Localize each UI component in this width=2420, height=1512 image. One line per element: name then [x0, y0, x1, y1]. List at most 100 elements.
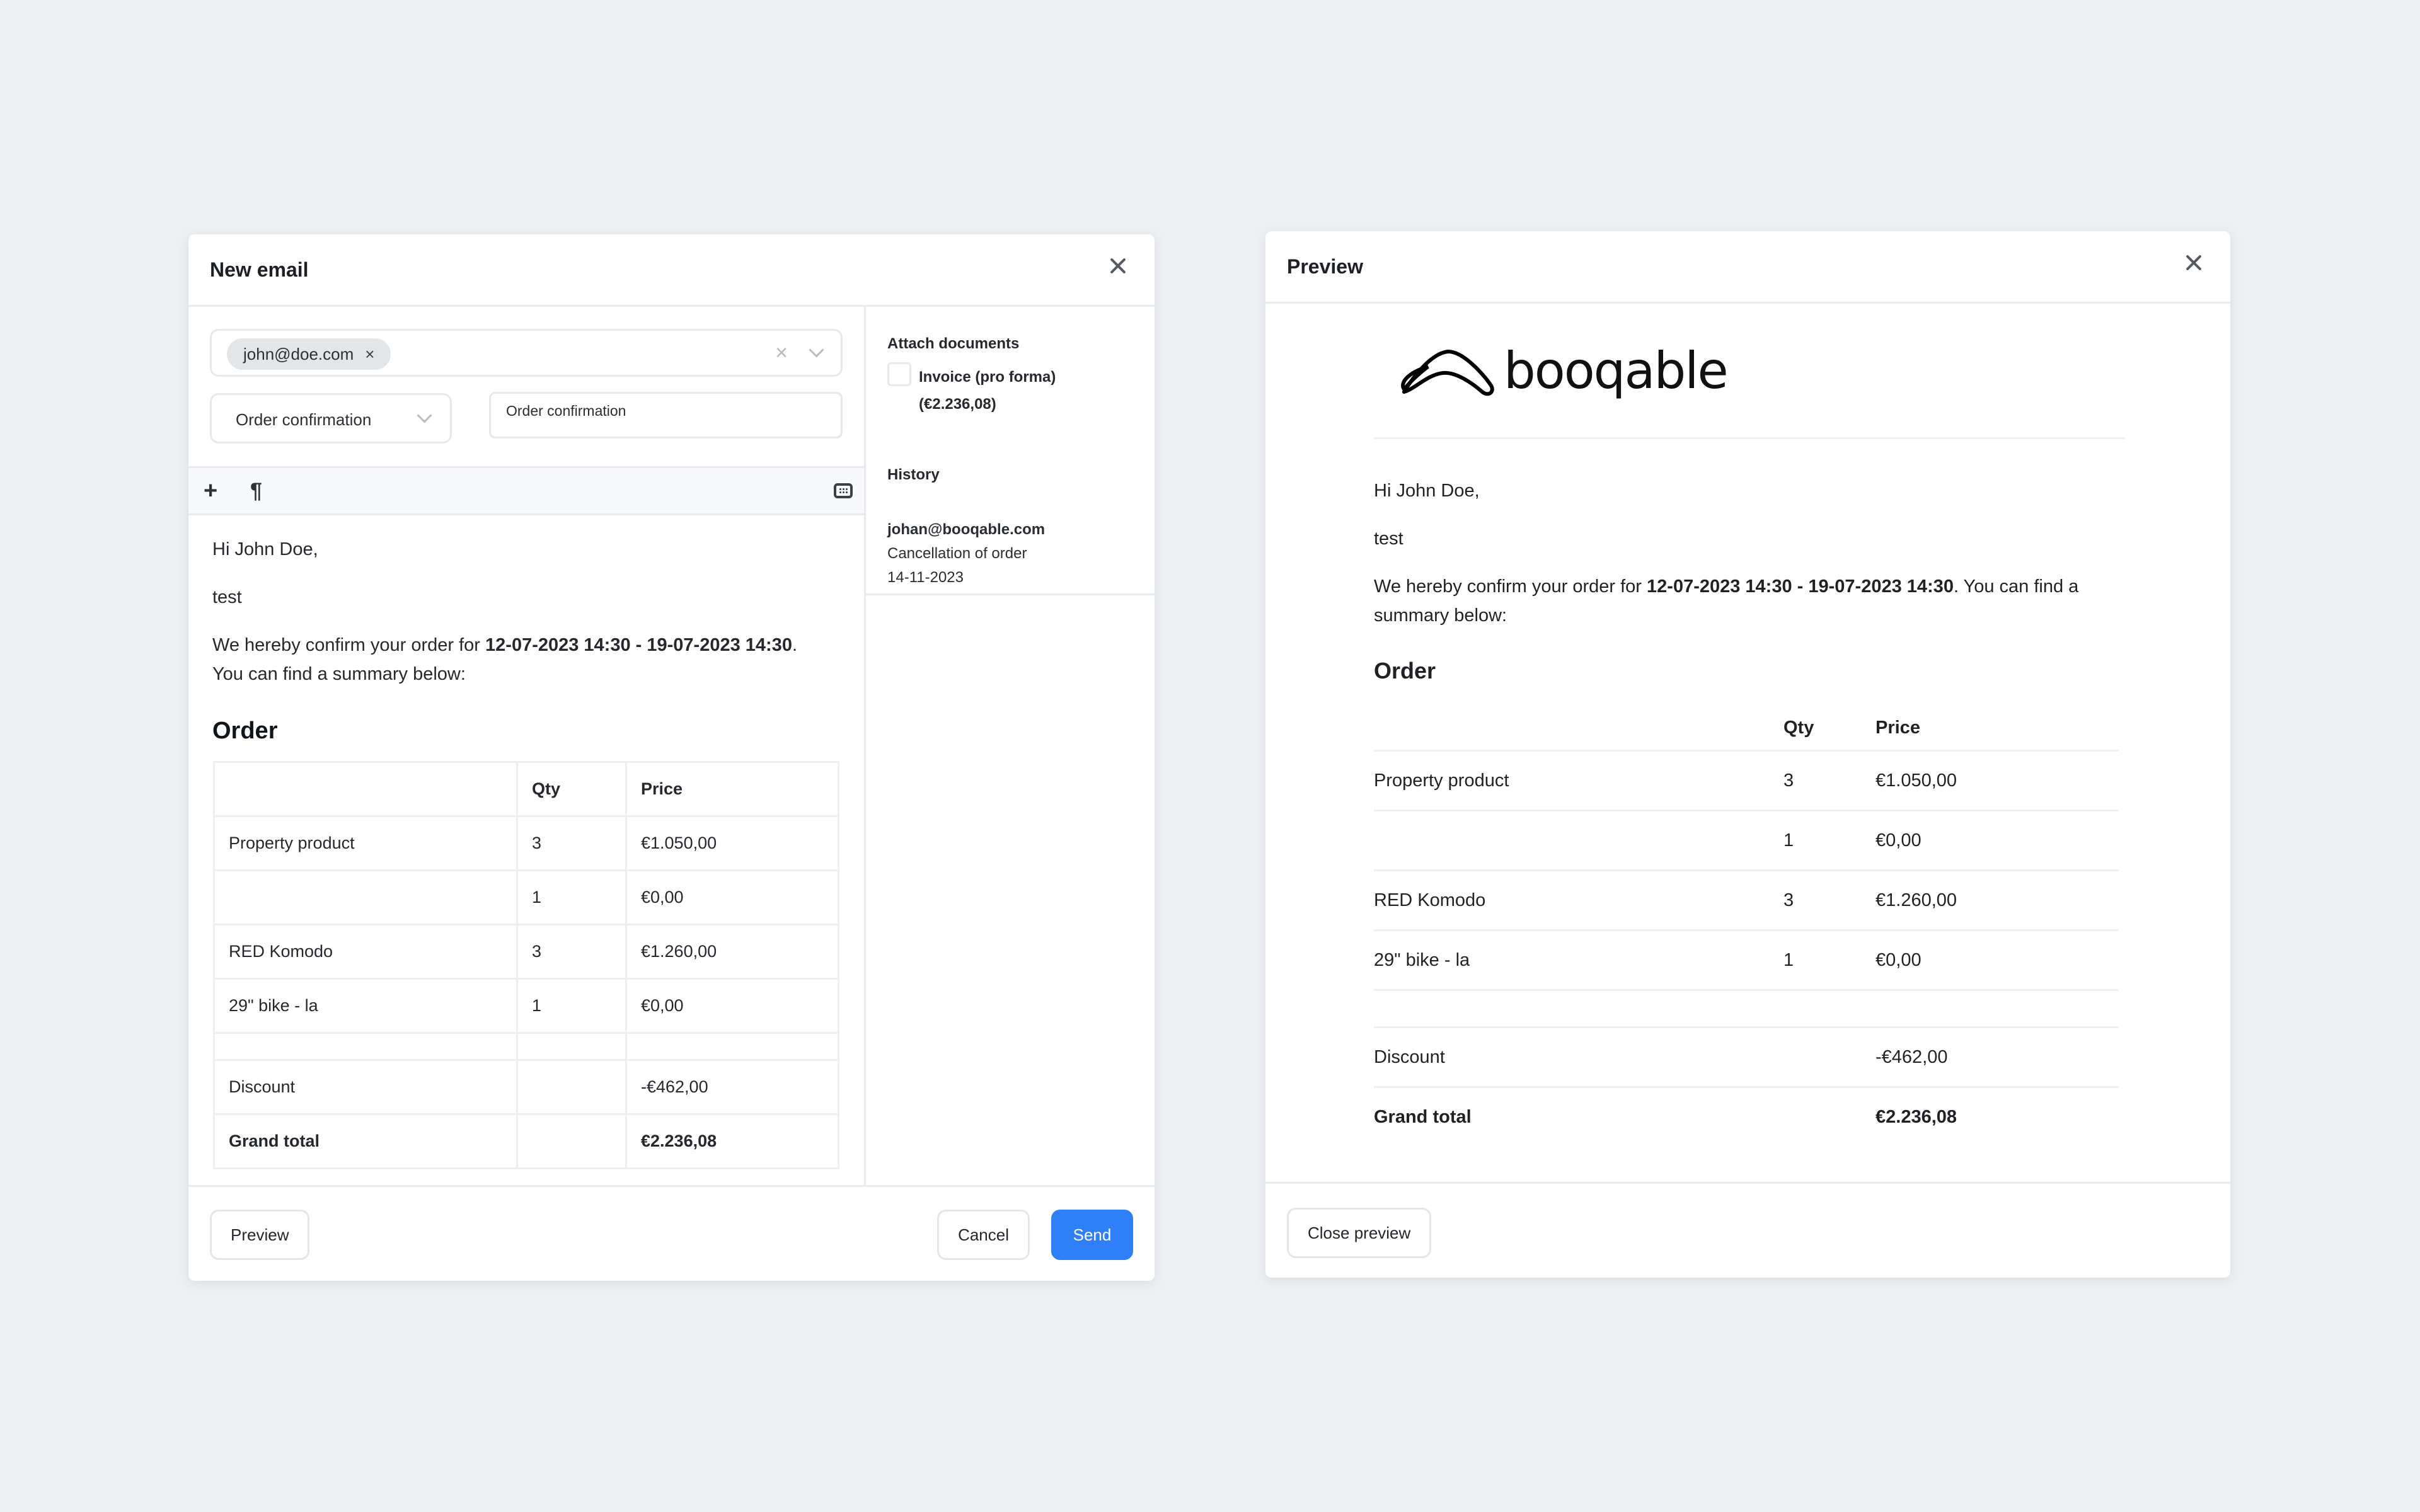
clear-icon[interactable]: × — [775, 341, 788, 365]
chevron-down-icon[interactable] — [809, 342, 824, 358]
discount-row: Discount -€462,00 — [1374, 1027, 2119, 1088]
body-line: test — [212, 587, 242, 607]
discount-label: Discount — [1374, 1027, 1783, 1088]
email-body-editor[interactable]: Hi John Doe, test We hereby confirm your… — [212, 535, 845, 1169]
table-spacer-row — [213, 1032, 839, 1061]
table-row: Property product 3 €1.050,00 — [1374, 750, 2119, 811]
summary-line: You can find a summary below: — [212, 664, 466, 684]
chevron-down-icon — [417, 408, 432, 423]
boomerang-logo-icon — [1401, 349, 1494, 396]
item-qty: 3 — [1783, 750, 1876, 811]
item-qty: 3 — [516, 924, 627, 980]
table-row: Property product 3 €1.050,00 — [213, 815, 839, 871]
remove-recipient-icon[interactable]: × — [365, 345, 374, 364]
close-icon[interactable] — [2181, 250, 2206, 275]
order-dates: 12-07-2023 14:30 - 19-07-2023 14:30 — [485, 635, 792, 655]
item-name: RED Komodo — [1374, 870, 1783, 931]
item-qty: 1 — [1783, 930, 1876, 991]
grand-total-label: Grand total — [1374, 1106, 1472, 1127]
item-qty: 3 — [1783, 870, 1876, 931]
table-row: RED Komodo 3 €1.260,00 — [1374, 870, 2119, 931]
grand-total-row: Grand total €2.236,08 — [1374, 1087, 2119, 1147]
item-qty: 1 — [516, 869, 627, 925]
header-qty: Qty — [516, 761, 627, 817]
table-header-row: Qty Price — [1374, 706, 2119, 752]
grand-total-value: €2.236,08 — [1876, 1106, 1957, 1127]
greeting: Hi John Doe, — [1374, 481, 1480, 501]
header-item — [1374, 706, 1783, 752]
discount-label: Discount — [213, 1059, 518, 1115]
divider — [1374, 437, 2125, 439]
item-price: €1.050,00 — [625, 815, 839, 871]
preview-content: Hi John Doe, test We hereby confirm your… — [1374, 476, 2125, 1146]
item-price: €0,00 — [625, 978, 839, 1034]
modal-footer: Close preview — [1265, 1182, 2230, 1278]
table-row: 1 €0,00 — [213, 869, 839, 925]
logo-text: booqable — [1504, 341, 1729, 400]
table-header-row: Qty Price — [213, 761, 839, 817]
item-price: €1.260,00 — [1876, 870, 2119, 931]
modal-header: Preview — [1265, 231, 2230, 304]
recipient-chip-label: john@doe.com — [243, 344, 354, 364]
item-qty: 1 — [516, 978, 627, 1034]
confirm-suffix: . — [792, 635, 798, 655]
table-row: RED Komodo 3 €1.260,00 — [213, 924, 839, 980]
item-name — [213, 869, 518, 925]
new-email-modal: New email john@doe.com × × Order confirm… — [188, 234, 1155, 1281]
preview-modal: Preview booqable Hi John Doe, test We he… — [1265, 231, 2230, 1278]
editor-toolbar: + ¶ — [188, 466, 864, 515]
item-name: 29" bike - la — [1374, 930, 1783, 991]
keyboard-icon[interactable] — [834, 483, 853, 498]
header-item — [213, 761, 518, 817]
grand-total-row: Grand total €2.236,08 — [213, 1113, 839, 1169]
preview-body: booqable Hi John Doe, test We hereby con… — [1265, 304, 2230, 1182]
table-row: 29" bike - la 1 €0,00 — [213, 978, 839, 1034]
close-preview-button[interactable]: Close preview — [1287, 1208, 1432, 1258]
grand-total-label: Grand total — [213, 1113, 518, 1169]
confirmation-text: We hereby confirm your order for 12-07-2… — [212, 631, 845, 660]
item-name: 29" bike - la — [213, 978, 518, 1034]
item-price: €0,00 — [1876, 810, 2119, 871]
table-row: 1 €0,00 — [1374, 810, 2119, 871]
item-price: €0,00 — [1876, 930, 2119, 991]
order-table: Qty Price Property product 3 €1.050,00 1… — [1374, 706, 2119, 1146]
modal-title: Preview — [1287, 255, 1363, 278]
item-price: €1.050,00 — [1876, 750, 2119, 811]
order-heading: Order — [212, 718, 278, 744]
item-price: €0,00 — [625, 869, 839, 925]
history-title: History — [887, 466, 940, 483]
pilcrow-icon[interactable]: ¶ — [250, 477, 262, 505]
modal-footer: Preview Cancel Send — [188, 1185, 1155, 1281]
preview-button[interactable]: Preview — [210, 1210, 310, 1260]
discount-row: Discount -€462,00 — [213, 1059, 839, 1115]
invoice-attachment-label[interactable]: Invoice (pro forma) (€2.236,08) — [919, 364, 1056, 418]
invoice-checkbox[interactable] — [887, 362, 911, 386]
history-date: 14-11-2023 — [887, 569, 964, 586]
confirmation-text: We hereby confirm your order for 12-07-2… — [1374, 572, 2125, 630]
item-name: RED Komodo — [213, 924, 518, 980]
close-icon[interactable] — [1105, 253, 1131, 278]
recipient-chip: john@doe.com × — [227, 338, 391, 370]
item-qty: 1 — [1783, 810, 1876, 871]
template-select[interactable]: Order confirmation — [210, 393, 452, 444]
grand-total-value: €2.236,08 — [625, 1113, 839, 1169]
confirm-prefix: We hereby confirm your order for — [212, 635, 486, 655]
order-heading: Order — [1374, 658, 1436, 684]
send-button[interactable]: Send — [1051, 1210, 1133, 1260]
order-table: Qty Price Property product 3 €1.050,00 1… — [213, 761, 839, 1169]
attachment-amount: (€2.236,08) — [919, 396, 996, 413]
table-spacer-row — [1374, 990, 2119, 1028]
modal-header: New email — [188, 234, 1155, 307]
discount-value: -€462,00 — [1876, 1027, 2119, 1088]
item-name — [1374, 810, 1783, 871]
history-subject: Cancellation of order — [887, 545, 1027, 562]
table-row: 29" bike - la 1 €0,00 — [1374, 930, 2119, 991]
history-item[interactable]: johan@booqable.com Cancellation of order… — [887, 518, 1045, 590]
subject-input[interactable] — [489, 392, 843, 438]
item-name: Property product — [1374, 750, 1783, 811]
cancel-button[interactable]: Cancel — [937, 1210, 1030, 1260]
compose-column: john@doe.com × × Order confirmation + ¶ … — [188, 307, 866, 1185]
plus-icon[interactable]: + — [204, 477, 217, 505]
email-sidebar: Attach documents Invoice (pro forma) (€2… — [866, 307, 1155, 1185]
recipient-field[interactable]: john@doe.com × × — [210, 329, 843, 377]
